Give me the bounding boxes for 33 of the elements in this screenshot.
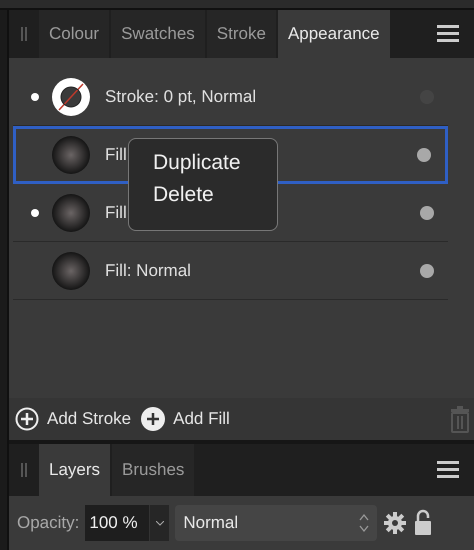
lock-icon[interactable] [413, 509, 434, 537]
blend-mode-select[interactable]: Normal [175, 505, 378, 541]
menu-item[interactable]: Duplicate [153, 151, 277, 175]
panel-tab[interactable]: Colour [39, 10, 110, 58]
row-label: Fill [105, 202, 127, 222]
appearance-row[interactable]: Stroke: 0 pt, Normal [13, 68, 448, 126]
visibility-dot[interactable] [420, 206, 434, 220]
add-stroke-button[interactable]: Add Stroke [15, 407, 132, 431]
panel-tab[interactable]: Appearance [278, 10, 390, 58]
row-label: Fill: Normal [105, 260, 191, 280]
stroke-thumbnail-icon [51, 76, 91, 116]
settings-icon[interactable] [383, 511, 408, 535]
texture-thumbnail-icon [51, 250, 91, 290]
add-fill-button[interactable]: Add Fill [141, 407, 230, 431]
visibility-dot[interactable] [420, 264, 434, 278]
texture-thumbnail-icon [51, 192, 91, 232]
plus-circle-icon [141, 407, 166, 431]
stepper-icon [359, 513, 370, 533]
row-label: Stroke: 0 pt, Normal [105, 86, 256, 106]
texture-thumbnail-icon [51, 135, 91, 175]
panel-tab[interactable]: Stroke [206, 10, 276, 58]
drag-handle-icon[interactable] [21, 463, 27, 477]
menu-item[interactable]: Delete [153, 183, 277, 207]
opacity-field[interactable]: 100 % [85, 505, 150, 541]
panel-tab[interactable]: Brushes [112, 444, 194, 496]
panel-tab[interactable]: Layers [39, 444, 110, 496]
plus-circle-icon [15, 407, 39, 431]
row-label: Fill [105, 145, 127, 165]
drag-handle-icon[interactable] [21, 27, 27, 41]
appearance-row[interactable]: Fill: Normal [13, 242, 448, 300]
panel-tab[interactable]: Swatches [111, 10, 205, 58]
opacity-label: Opacity: [17, 513, 80, 533]
visibility-dot[interactable] [417, 148, 431, 162]
